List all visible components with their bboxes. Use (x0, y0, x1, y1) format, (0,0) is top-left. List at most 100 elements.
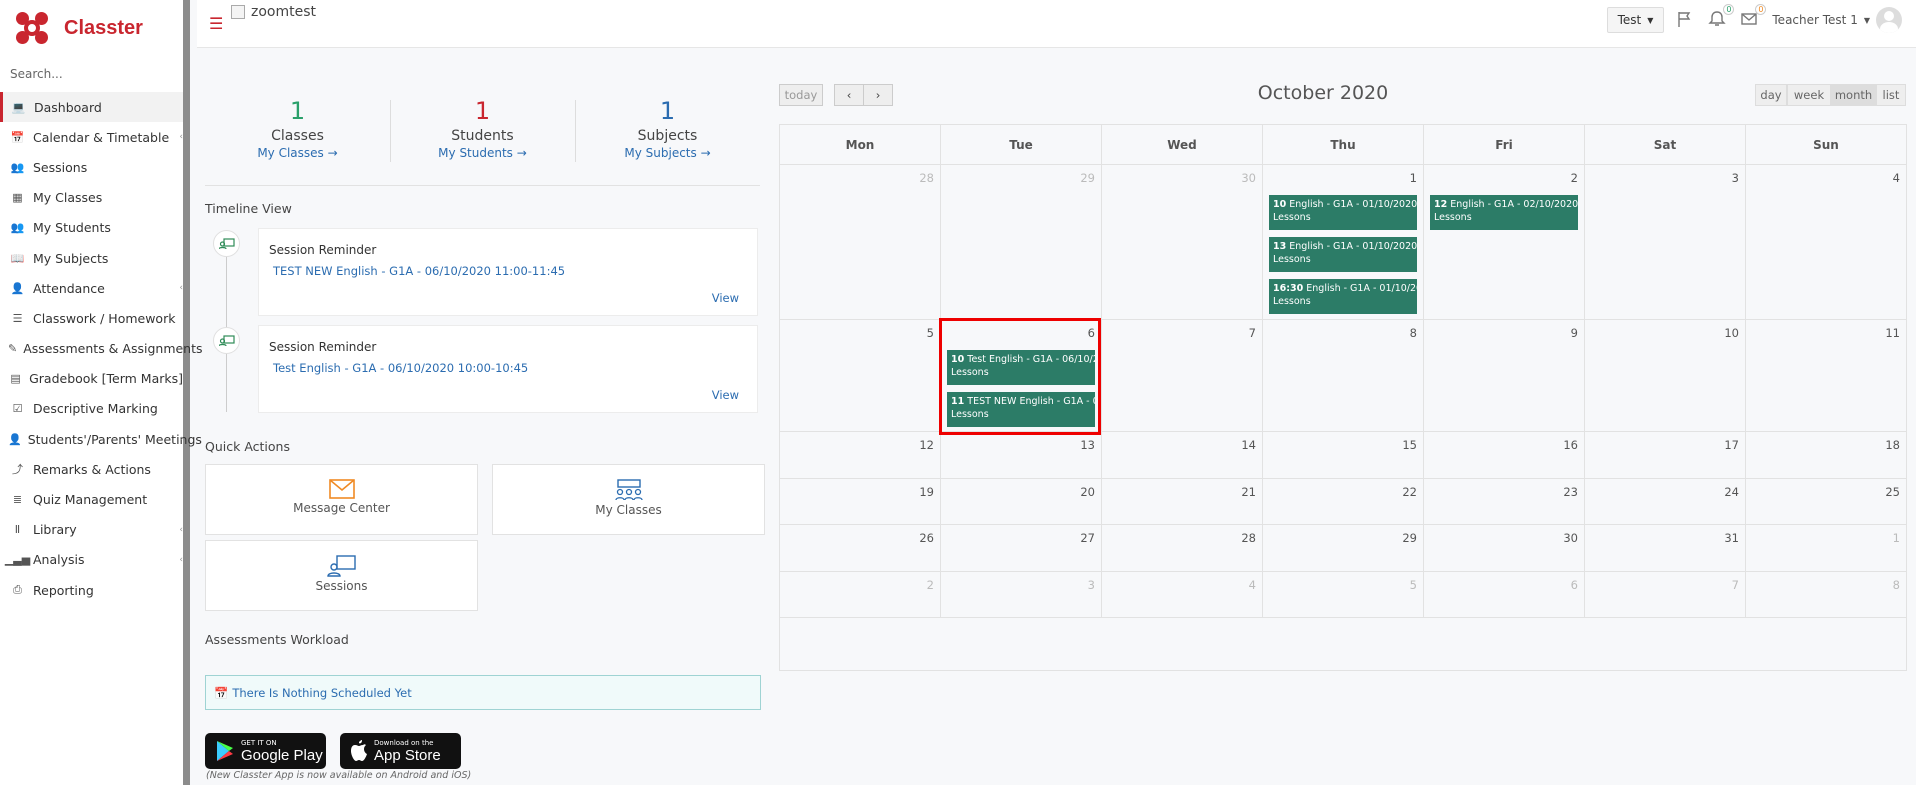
stat-link-subjects[interactable]: My Subjects → (575, 146, 760, 160)
timeline-view-link[interactable]: View (712, 291, 739, 305)
view-list-button[interactable]: list (1876, 84, 1906, 106)
day-cell[interactable]: 8 (1262, 320, 1423, 431)
day-cell[interactable]: 1 10 English - G1A - 01/10/2020 10:00-10:… (1262, 165, 1423, 319)
next-month-button[interactable]: › (863, 84, 893, 106)
day-cell[interactable]: 19 (780, 479, 940, 524)
google-play-badge[interactable]: GET IT ON Google Play (205, 733, 326, 769)
calendar-event[interactable]: 16:30 English - G1A - 01/10/2020 16:30-1… (1269, 279, 1417, 314)
day-cell[interactable]: 31 (1584, 525, 1745, 571)
sidebar-item-dashboard[interactable]: 💻 Dashboard (0, 92, 183, 123)
sidebar-item-my-classes[interactable]: ▦ My Classes (0, 183, 183, 213)
day-cell[interactable]: 4 (1745, 165, 1906, 319)
day-cell[interactable]: 12 (780, 432, 940, 478)
day-cell[interactable]: 6 (1423, 572, 1584, 617)
view-month-button[interactable]: month (1831, 84, 1876, 106)
day-cell[interactable]: 3 (1584, 165, 1745, 319)
message-center-button[interactable]: Message Center (205, 464, 478, 535)
day-cell[interactable]: 20 (940, 479, 1101, 524)
stat-link-students[interactable]: My Students → (390, 146, 575, 160)
view-week-button[interactable]: week (1787, 84, 1831, 106)
day-cell[interactable]: 3 (940, 572, 1101, 617)
view-day-button[interactable]: day (1755, 84, 1787, 106)
sidebar-item-label: Reporting (33, 582, 94, 598)
day-cell[interactable]: 16 (1423, 432, 1584, 478)
day-cell[interactable]: 5 (780, 320, 940, 431)
calendar-event[interactable]: 12 English - G1A - 02/10/2020 12:00-12:4… (1430, 195, 1578, 230)
sidebar-item-reporting[interactable]: ⎙ Reporting (0, 575, 183, 605)
timeline-card-detail[interactable]: Test English - G1A - 06/10/2020 10:00-10… (273, 361, 528, 375)
day-cell[interactable]: 11 (1745, 320, 1906, 431)
logo[interactable]: Classter (14, 6, 143, 50)
day-cell[interactable]: 15 (1262, 432, 1423, 478)
sidebar-item-my-subjects[interactable]: 📖 My Subjects (0, 243, 183, 273)
day-cell[interactable]: 2 (780, 572, 940, 617)
envelope-icon[interactable]: 0 (1740, 4, 1767, 30)
day-cell[interactable]: 13 (940, 432, 1101, 478)
prev-month-button[interactable]: ‹ (834, 84, 864, 106)
day-cell[interactable]: 24 (1584, 479, 1745, 524)
day-cell[interactable]: 17 (1584, 432, 1745, 478)
app-store-badge[interactable]: Download on the App Store (340, 733, 461, 769)
sidebar-item-attendance[interactable]: 👤 Attendance ‹ (0, 273, 183, 303)
timeline-card-detail[interactable]: TEST NEW English - G1A - 06/10/2020 11:0… (273, 264, 565, 278)
message-center-label: Message Center (293, 501, 390, 515)
day-number: 31 (1724, 531, 1739, 545)
sidebar-item-assessments-assignments[interactable]: ✎ Assessments & Assignments ‹ (0, 334, 203, 364)
sidebar-item-quiz-management[interactable]: ≣ Quiz Management (0, 484, 183, 514)
user-menu[interactable]: Teacher Test 1 ▼ (1772, 7, 1902, 33)
sidebar-item-classwork-homework[interactable]: ☰ Classwork / Homework (0, 303, 183, 333)
sidebar-item-sessions[interactable]: 👥 Sessions (0, 152, 183, 182)
calendar-event[interactable]: 13 English - G1A - 01/10/2020 13:00-13:4… (1269, 237, 1417, 272)
day-cell[interactable]: 28 (1101, 525, 1262, 571)
week-row: 26 27 28 29 30 31 1 (780, 525, 1906, 572)
flag-icon[interactable] (1676, 10, 1696, 30)
timeline-view-link[interactable]: View (712, 388, 739, 402)
day-cell[interactable]: 2 12 English - G1A - 02/10/2020 12:00-12:… (1423, 165, 1584, 319)
stat-link-classes[interactable]: My Classes → (205, 146, 390, 160)
day-cell[interactable]: 7 (1584, 572, 1745, 617)
hamburger-menu-icon[interactable]: ☰ (209, 14, 223, 33)
sessions-button[interactable]: Sessions (205, 540, 478, 611)
sidebar-item-my-students[interactable]: 👥 My Students (0, 213, 183, 243)
sidebar-item-gradebook-term-marks[interactable]: ▤ Gradebook [Term Marks] (0, 364, 183, 394)
sidebar-item-students-parents-meetings[interactable]: 👤 Students'/Parents' Meetings ‹ (0, 424, 202, 454)
test-dropdown-button[interactable]: Test ▼ (1606, 7, 1665, 33)
event-text: English - G1A - 01/10/2020 16:30-17:15 (1306, 283, 1417, 294)
bell-icon[interactable]: 0 (1708, 4, 1735, 30)
google-play-big-text: Google Play (241, 746, 323, 764)
today-button[interactable]: today (779, 84, 823, 106)
sidebar-item-calendar-timetable[interactable]: 📅 Calendar & Timetable ‹ (0, 122, 183, 152)
day-cell[interactable]: 27 (940, 525, 1101, 571)
day-number: 13 (1080, 438, 1095, 452)
day-cell[interactable]: 28 (780, 165, 940, 319)
day-cell[interactable]: 5 (1262, 572, 1423, 617)
my-classes-button[interactable]: My Classes (492, 464, 765, 535)
sidebar-item-analysis[interactable]: ▁▃▅ Analysis ‹ (0, 545, 183, 575)
day-cell[interactable]: 26 (780, 525, 940, 571)
day-cell[interactable]: 30 (1423, 525, 1584, 571)
sidebar-item-descriptive-marking[interactable]: ☑ Descriptive Marking (0, 394, 183, 424)
day-number: 1 (1409, 171, 1417, 185)
day-cell[interactable]: 10 (1584, 320, 1745, 431)
day-cell[interactable]: 9 (1423, 320, 1584, 431)
day-cell[interactable]: 4 (1101, 572, 1262, 617)
sidebar-item-library[interactable]: Ⅱ Library ‹ (0, 515, 183, 545)
sidebar-item-remarks-actions[interactable]: ⤴ Remarks & Actions (0, 454, 183, 484)
day-cell[interactable]: 29 (940, 165, 1101, 319)
day-cell[interactable]: 21 (1101, 479, 1262, 524)
day-cell[interactable]: 29 (1262, 525, 1423, 571)
day-cell[interactable]: 18 (1745, 432, 1906, 478)
avatar (1876, 7, 1902, 33)
day-cell[interactable]: 1 (1745, 525, 1906, 571)
calendar-event[interactable]: 10 English - G1A - 01/10/2020 10:00-10:4… (1269, 195, 1417, 230)
day-cell[interactable]: 22 (1262, 479, 1423, 524)
week-row: 28 29 30 1 10 English - G1A - 01/10/2020 10:… (780, 165, 1906, 320)
day-cell[interactable]: 14 (1101, 432, 1262, 478)
day-number: 2 (1570, 171, 1578, 185)
day-cell[interactable]: 8 (1745, 572, 1906, 617)
day-cell[interactable]: 7 (1101, 320, 1262, 431)
day-cell[interactable]: 25 (1745, 479, 1906, 524)
day-cell[interactable]: 30 (1101, 165, 1262, 319)
search-input[interactable] (10, 64, 180, 84)
day-cell[interactable]: 23 (1423, 479, 1584, 524)
